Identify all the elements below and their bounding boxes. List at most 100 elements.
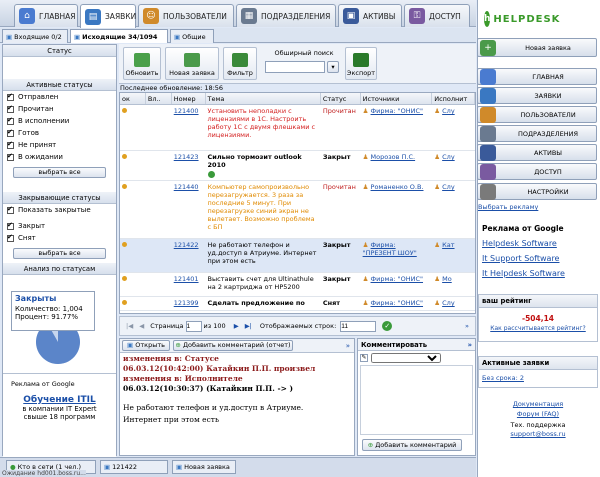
cell-executor: ♟ Слу: [432, 105, 475, 150]
ad-link-3[interactable]: It Helpdesk Software: [482, 269, 565, 278]
new-ticket-button[interactable]: Новая заявка: [165, 47, 219, 80]
right-nav-home[interactable]: ГЛАВНАЯ: [477, 68, 597, 85]
tab-users[interactable]: ☺ ПОЛЬЗОВАТЕЛИ: [138, 4, 234, 27]
add-report-button[interactable]: ⊕ Добавить комментарий (отчет): [173, 340, 293, 351]
closing-status-checkbox[interactable]: Закрыт: [3, 220, 116, 232]
last-page-icon[interactable]: ▶|: [245, 322, 252, 330]
source-link[interactable]: Морозов П.С.: [371, 153, 416, 161]
show-closed-checkbox[interactable]: Показать закрытые: [3, 204, 116, 216]
docs-link[interactable]: Документация: [478, 400, 598, 408]
executor-link[interactable]: Слу: [442, 183, 455, 191]
tab-home[interactable]: ⌂ ГЛАВНАЯ: [14, 4, 78, 27]
tab-tickets[interactable]: ▤ ЗАЯВКИ: [80, 4, 136, 28]
closing-statuses-header: Закрывающие статусы: [3, 192, 116, 204]
status-checkbox[interactable]: Готов: [3, 127, 116, 139]
tab-access[interactable]: ⚿ ДОСТУП: [404, 4, 470, 27]
ticket-number-link[interactable]: 121440: [174, 183, 199, 191]
source-link[interactable]: Фирма: "ОНИС": [371, 275, 423, 283]
ad-link-2[interactable]: It Support Software: [482, 254, 559, 263]
export-button[interactable]: Экспорт: [345, 47, 377, 80]
executor-link[interactable]: Мо: [442, 275, 452, 283]
cell-executor: ♟ Слу: [432, 181, 475, 238]
comment-textarea[interactable]: [360, 365, 473, 435]
executor-link[interactable]: Слу: [442, 299, 455, 307]
ad-link-itil[interactable]: Обучение ITIL: [3, 395, 116, 405]
status-checkbox[interactable]: В ожидании: [3, 151, 116, 163]
next-page-icon[interactable]: ▶: [234, 322, 239, 330]
col-executor[interactable]: Исполнит: [432, 93, 475, 104]
open-button[interactable]: ▣ Открыть: [122, 340, 170, 351]
ticket-number-link[interactable]: 121422: [174, 241, 199, 249]
table-row[interactable]: 121401 Выставить счет для Ultinathule на …: [120, 273, 475, 297]
apply-icon[interactable]: ✓: [382, 321, 393, 331]
detail-expand-icon[interactable]: »: [346, 342, 350, 350]
source-link[interactable]: Фирма: "ПРЕЗЕНТ ШОУ": [363, 241, 417, 257]
page-input[interactable]: [185, 320, 202, 332]
select-all-active-button[interactable]: выбрать все: [13, 167, 106, 178]
table-row[interactable]: 121399 Сделать предложение по Снят ♟ Фирма:…: [120, 297, 475, 311]
ad-link-1[interactable]: Helpdesk Software: [482, 239, 557, 248]
bottom-tab-ticket[interactable]: ▣ 121422: [100, 460, 168, 474]
executor-link[interactable]: Кат: [442, 241, 454, 249]
col-source[interactable]: Источники: [361, 93, 433, 104]
choose-ad-link[interactable]: Выбрать рекламу: [478, 203, 538, 211]
ticket-number-link[interactable]: 121423: [174, 153, 199, 161]
rows-input[interactable]: [340, 320, 377, 332]
status-checkbox[interactable]: Не принят: [3, 139, 116, 151]
closing-status-checkbox[interactable]: Снят: [3, 232, 116, 244]
right-nav-access[interactable]: ДОСТУП: [477, 163, 597, 180]
faq-link[interactable]: Форум (FAQ): [478, 410, 598, 418]
executor-link[interactable]: Слу: [442, 107, 455, 115]
edit-icon[interactable]: ✎: [360, 354, 368, 362]
table-row[interactable]: 121440 Компьютер самопроизвольно перезагр…: [120, 181, 475, 239]
support-email-link[interactable]: support@boss.ru: [478, 430, 598, 438]
col-subject[interactable]: Тема: [206, 93, 321, 104]
tab-assets[interactable]: ▣ АКТИВЫ: [338, 4, 402, 27]
right-new-ticket-button[interactable]: + Новая заявка: [477, 38, 597, 57]
expand-icon[interactable]: »: [465, 322, 469, 330]
subtab-common[interactable]: ▣ Общие: [170, 29, 214, 43]
status-checkbox[interactable]: Прочитан: [3, 103, 116, 115]
col-status[interactable]: Статус: [321, 93, 361, 104]
tab-departments[interactable]: ▦ ПОДРАЗДЕЛЕНИЯ: [236, 4, 336, 27]
right-nav-departments[interactable]: ПОДРАЗДЕЛЕНИЯ: [477, 125, 597, 142]
table-row[interactable]: 121400 Установить неполадки с лицензиями …: [120, 105, 475, 151]
table-row[interactable]: 121423 Сильно тормозит outlook 2010 Закрыт…: [120, 151, 475, 181]
prev-page-icon[interactable]: ◀: [139, 322, 144, 330]
search-input[interactable]: [265, 61, 325, 73]
executor-link[interactable]: Слу: [442, 153, 455, 161]
source-link[interactable]: Романенко О.В.: [371, 183, 424, 191]
rating-help-link[interactable]: Как рассчитывается рейтинг?: [479, 325, 597, 332]
first-page-icon[interactable]: |◀: [126, 322, 133, 330]
common-icon: ▣: [174, 32, 181, 41]
comment-expand-icon[interactable]: »: [468, 341, 472, 349]
right-nav-assets[interactable]: АКТИВЫ: [477, 144, 597, 161]
search-filter-icon[interactable]: ▾: [327, 61, 339, 73]
subtab-outgoing[interactable]: ▣ Исходящие 34/1094: [70, 29, 168, 43]
right-nav-tickets[interactable]: ЗАЯВКИ: [477, 87, 597, 104]
select-all-closing-button[interactable]: выбрать все: [13, 248, 106, 259]
col-number[interactable]: Номер: [172, 93, 206, 104]
ticket-number-link[interactable]: 121401: [174, 275, 199, 283]
source-link[interactable]: Фирма: "ОНИС": [371, 107, 423, 115]
add-comment-button[interactable]: ⊕ Добавить комментарий: [362, 439, 462, 451]
no-deadline-link[interactable]: Без срока: 2: [479, 370, 597, 386]
ticket-number-link[interactable]: 121399: [174, 299, 199, 307]
right-nav-settings[interactable]: НАСТРОЙКИ: [477, 183, 597, 200]
refresh-button[interactable]: Обновить: [123, 47, 161, 80]
col-ok[interactable]: ок: [120, 93, 146, 104]
cell-executor: ♟ Слу: [432, 151, 475, 180]
comment-type-select[interactable]: [371, 353, 441, 363]
source-link[interactable]: Фирма: "ОНИС": [371, 299, 423, 307]
col-owner[interactable]: Вл..: [146, 93, 172, 104]
bottom-tab-new[interactable]: ▣ Новая заявка: [172, 460, 236, 474]
subtab-incoming[interactable]: ▣ Входящие 0/2: [2, 29, 68, 43]
filter-button[interactable]: Фильтр: [223, 47, 257, 80]
cell-number: 121399: [172, 297, 206, 310]
right-nav-users[interactable]: ПОЛЬЗОВАТЕЛИ: [477, 106, 597, 123]
status-checkbox[interactable]: В исполнении: [3, 115, 116, 127]
active-statuses-header: Активные статусы: [3, 79, 116, 91]
status-checkbox[interactable]: Отправлен: [3, 91, 116, 103]
table-row[interactable]: 121422 Не работают телефон и уд.доступ в …: [120, 239, 475, 273]
ticket-number-link[interactable]: 121400: [174, 107, 199, 115]
